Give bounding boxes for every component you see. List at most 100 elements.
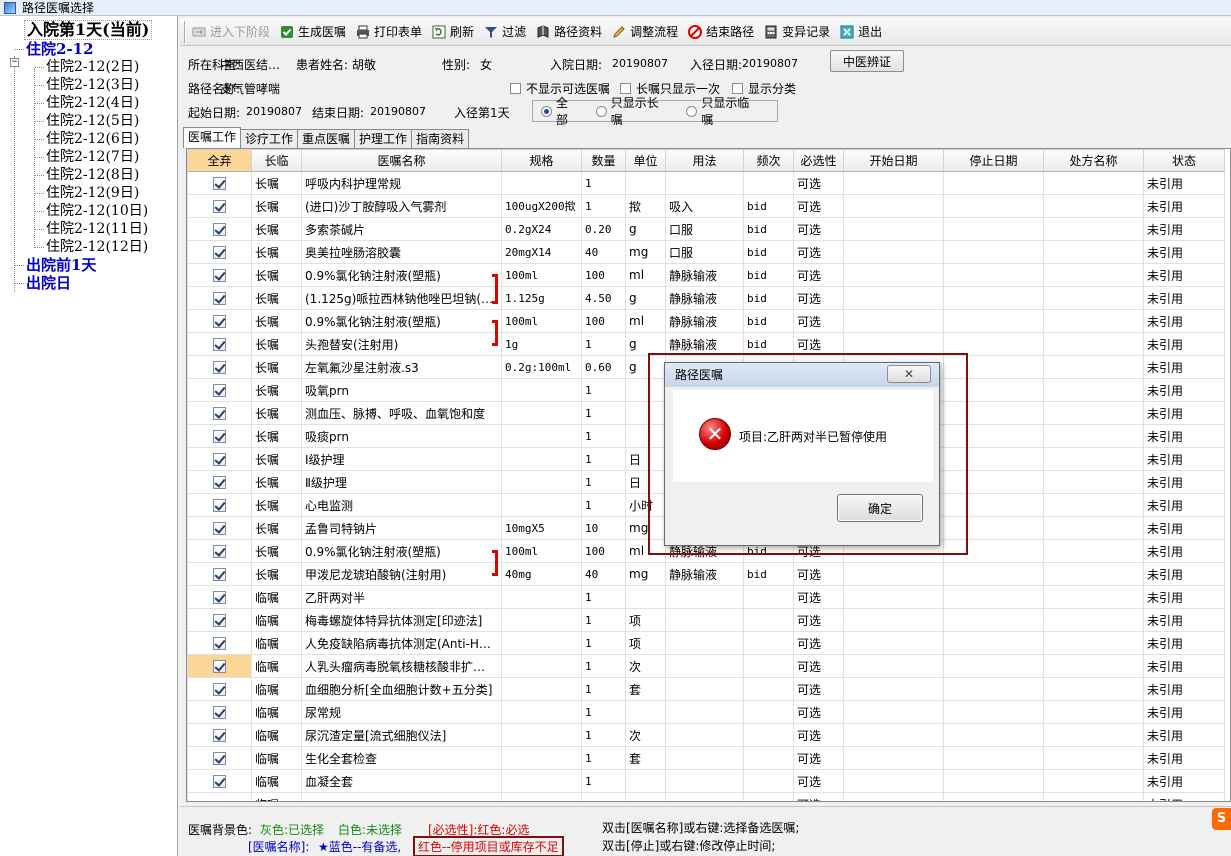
row-select-cell[interactable]	[187, 631, 252, 655]
radio-long[interactable]: 只显示长嘱	[595, 94, 671, 128]
header-start-date[interactable]: 开始日期	[843, 149, 944, 172]
tree-node-day[interactable]: 住院2-12(2日)	[46, 58, 139, 76]
row-select-cell[interactable]	[187, 769, 252, 793]
row-checkbox[interactable]	[213, 315, 226, 328]
header-order-name[interactable]: 医嘱名称	[301, 149, 502, 172]
row-select-cell[interactable]	[187, 286, 252, 310]
tree-node-day[interactable]: 住院2-12(11日)	[46, 220, 148, 238]
row-checkbox[interactable]	[213, 775, 226, 788]
tab-guide-info[interactable]: 指南资料	[411, 129, 470, 148]
row-select-cell[interactable]	[187, 608, 252, 632]
cell-name[interactable]: (进口)沙丁胺醇吸入气雾剂	[301, 194, 502, 218]
row-select-cell[interactable]	[187, 240, 252, 264]
cell-name[interactable]: 尿常规	[301, 700, 502, 724]
tree-node-group[interactable]: 住院2-12	[26, 40, 94, 58]
header-stop-date[interactable]: 停止日期	[943, 149, 1044, 172]
next-stage-button[interactable]: 进入下阶段	[192, 21, 270, 43]
table-row[interactable]: 临嘱 人乳头瘤病毒脱氧核糖核酸非扩… 1 次 可选 未引用	[187, 654, 1225, 678]
header-discard-all[interactable]: 全弃	[187, 149, 252, 172]
row-select-cell[interactable]	[187, 700, 252, 724]
tree-node-day[interactable]: 住院2-12(5日)	[46, 112, 139, 130]
row-select-cell[interactable]	[187, 562, 252, 586]
cell-name[interactable]: Ⅱ级护理	[301, 470, 502, 494]
row-checkbox[interactable]	[213, 384, 226, 397]
tree-node-day[interactable]: 住院2-12(6日)	[46, 130, 139, 148]
cell-name[interactable]: 人免疫缺陷病毒抗体测定(Anti-H…	[301, 631, 502, 655]
cell-name[interactable]: 0.9%氯化钠注射液(塑瓶)	[301, 309, 502, 333]
row-select-cell[interactable]	[187, 355, 252, 379]
cell-name[interactable]	[301, 792, 502, 801]
row-select-cell[interactable]	[187, 378, 252, 402]
cell-name[interactable]: 呼吸内科护理常规	[301, 171, 502, 195]
row-select-cell[interactable]	[187, 171, 252, 195]
table-row[interactable]: 长嘱 多索茶碱片 0.2gX24 0.20 g 口服 bid 可选 未引用	[187, 217, 1225, 241]
filter-button[interactable]: 过滤	[484, 21, 526, 43]
header-usage[interactable]: 用法	[665, 149, 744, 172]
show-category-box[interactable]	[732, 83, 743, 94]
header-required[interactable]: 必选性	[793, 149, 844, 172]
row-select-cell[interactable]	[187, 309, 252, 333]
table-row[interactable]: 临嘱 乙肝两对半 1 可选 未引用	[187, 585, 1225, 609]
exit-button[interactable]: 退出	[840, 21, 882, 43]
tab-key-orders[interactable]: 重点医嘱	[297, 129, 356, 148]
row-checkbox[interactable]	[213, 269, 226, 282]
row-select-cell[interactable]	[187, 516, 252, 540]
tab-treatment-work[interactable]: 诊疗工作	[240, 129, 299, 148]
row-checkbox[interactable]	[213, 522, 226, 535]
tree-node-day[interactable]: 住院2-12(8日)	[46, 166, 139, 184]
cell-name[interactable]: (1.125g)哌拉西林钠他唑巴坦钠(…	[301, 286, 502, 310]
table-row[interactable]: 临嘱 尿沉渣定量[流式细胞仪法] 1 次 可选 未引用	[187, 723, 1225, 747]
row-checkbox[interactable]	[213, 545, 226, 558]
row-checkbox[interactable]	[213, 683, 226, 696]
cell-name[interactable]: 测血压、脉搏、呼吸、血氧饱和度	[301, 401, 502, 425]
header-qty[interactable]: 数量	[581, 149, 626, 172]
row-checkbox[interactable]	[213, 660, 226, 673]
cell-name[interactable]: 头孢替安(注射用)	[301, 332, 502, 356]
row-checkbox[interactable]	[213, 338, 226, 351]
row-checkbox[interactable]	[213, 499, 226, 512]
tcm-differentiation-button[interactable]: 中医辨证	[830, 50, 904, 72]
table-row[interactable]: 长嘱 0.9%氯化钠注射液(塑瓶) 100ml 100 ml 静脉输液 bid 可选 未引用	[187, 309, 1225, 333]
cell-name[interactable]: 梅毒螺旋体特异抗体测定[印迹法]	[301, 608, 502, 632]
tree-node-current-day[interactable]: 入院第1天(当前)	[24, 20, 153, 40]
tree-node-day[interactable]: 住院2-12(12日)	[46, 238, 148, 256]
row-checkbox[interactable]	[213, 246, 226, 259]
long-once-box[interactable]	[620, 83, 631, 94]
radio-all-dot[interactable]	[541, 105, 552, 117]
header-frequency[interactable]: 频次	[743, 149, 794, 172]
row-checkbox[interactable]	[213, 223, 226, 236]
table-row[interactable]: 长嘱 0.9%氯化钠注射液(塑瓶) 100ml 100 ml 静脉输液 bid 可选 未引用	[187, 263, 1225, 287]
row-select-cell[interactable]	[187, 654, 252, 678]
tree-node-day[interactable]: 住院2-12(10日)	[46, 202, 148, 220]
table-row[interactable]: 临嘱 梅毒螺旋体特异抗体测定[印迹法] 1 项 可选 未引用	[187, 608, 1225, 632]
row-checkbox[interactable]	[213, 591, 226, 604]
cell-name[interactable]: 0.9%氯化钠注射液(塑瓶)	[301, 263, 502, 287]
cell-name[interactable]: 左氧氟沙星注射液.s3	[301, 355, 502, 379]
tab-order-work[interactable]: 医嘱工作	[183, 127, 242, 148]
generate-order-button[interactable]: 生成医嘱	[280, 21, 346, 43]
cell-name[interactable]: 心电监测	[301, 493, 502, 517]
table-row[interactable]: 长嘱 (进口)沙丁胺醇吸入气雾剂 100ugX200揿 1 揿吸入 bid 可选 未引用	[187, 194, 1225, 218]
radio-long-dot[interactable]	[595, 105, 607, 117]
table-row[interactable]: 长嘱 奥美拉唑肠溶胶囊 20mgX14 40 mg 口服 bid 可选 未引用	[187, 240, 1225, 264]
tree-node-day[interactable]: 住院2-12(4日)	[46, 94, 139, 112]
table-row[interactable]: 临嘱 生化全套检查 1 套 可选 未引用	[187, 746, 1225, 770]
end-path-button[interactable]: 结束路径	[688, 21, 754, 43]
header-unit[interactable]: 单位	[625, 149, 666, 172]
row-checkbox[interactable]	[213, 177, 226, 190]
row-select-cell[interactable]	[187, 539, 252, 563]
row-select-cell[interactable]	[187, 493, 252, 517]
row-select-cell[interactable]	[187, 263, 252, 287]
header-spec[interactable]: 规格	[501, 149, 582, 172]
tree-node-pre-discharge[interactable]: 出院前1天	[26, 256, 96, 274]
cell-name[interactable]: Ⅰ级护理	[301, 447, 502, 471]
header-long-temp[interactable]: 长临	[251, 149, 302, 172]
variance-record-button[interactable]: 变异记录	[764, 21, 830, 43]
row-select-cell[interactable]	[187, 332, 252, 356]
row-checkbox[interactable]	[213, 729, 226, 742]
tree-node-day[interactable]: 住院2-12(3日)	[46, 76, 139, 94]
row-checkbox[interactable]	[213, 568, 226, 581]
cell-name[interactable]: 吸痰prn	[301, 424, 502, 448]
row-checkbox[interactable]	[213, 637, 226, 650]
tree-node-discharge[interactable]: 出院日	[26, 274, 71, 292]
